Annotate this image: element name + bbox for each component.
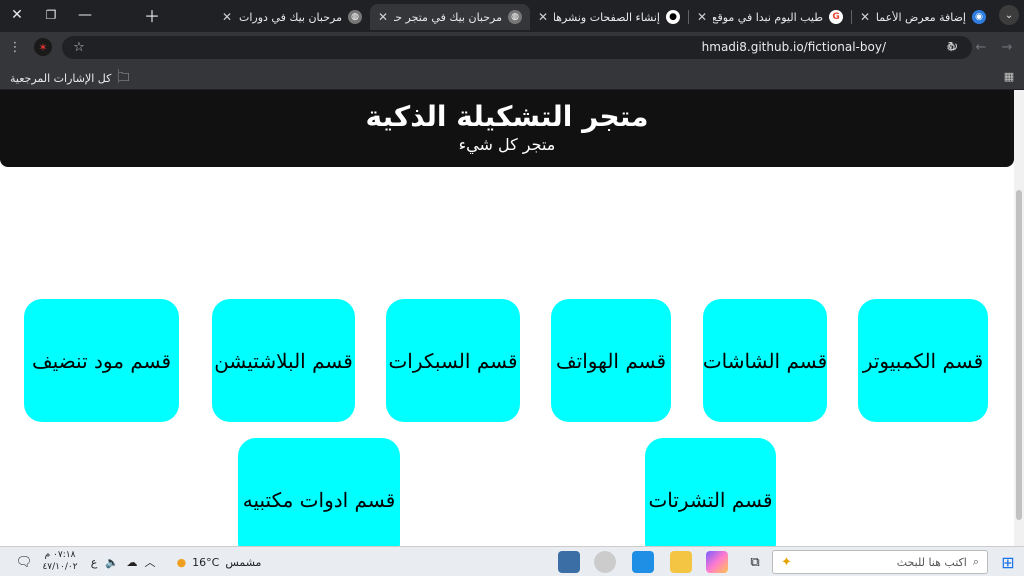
tab-courses[interactable]: ◍ مرحبان بيك في دورات تعليمية ✕	[214, 4, 370, 30]
section-card-computer[interactable]: قسم الكمبيوتر	[858, 299, 988, 422]
language-indicator[interactable]: ع	[86, 551, 102, 573]
section-card-speakers[interactable]: قسم السبكرات	[386, 299, 520, 422]
search-placeholder: اكتب هنا للبحث	[896, 555, 967, 569]
section-card-stationery[interactable]: قسم ادوات مكتبيه	[238, 438, 400, 546]
tab-title: مرحبان بيك في متجر حمدي	[394, 10, 502, 24]
tab-github-pages[interactable]: ● إنشاء الصفحات ونشرها · 0bb0 ✕	[530, 4, 688, 30]
task-view-icon[interactable]: ⧉	[744, 551, 766, 573]
chevron-up-icon[interactable]: ︿	[142, 551, 158, 573]
folder-icon: 🗀	[117, 70, 130, 84]
clock-date: ٤٧/١٠/٠٢	[42, 562, 78, 572]
all-bookmarks-button[interactable]: كل الإشارات المرجعية 🗀	[10, 68, 129, 89]
minimize-button[interactable]: —	[68, 0, 102, 30]
volume-icon[interactable]: 🔈	[104, 551, 120, 573]
profile-avatar[interactable]: ✶	[34, 38, 52, 56]
scrollbar-thumb[interactable]	[1016, 190, 1022, 520]
globe-icon: ◍	[348, 10, 362, 24]
close-icon[interactable]: ✕	[378, 10, 388, 24]
globe-icon: ◍	[508, 10, 522, 24]
tab-title: إنشاء الصفحات ونشرها · 0bb0	[554, 10, 660, 24]
reload-icon[interactable]: ↻	[944, 38, 962, 56]
tab-mostaql-portfolio[interactable]: ◉ إضافة معرض الأعمال | مستقل ✕	[852, 4, 994, 30]
section-card-phones[interactable]: قسم الهواتف	[551, 299, 671, 422]
site-header: متجر التشكيلة الذكية متجر كل شيء	[0, 90, 1014, 167]
all-bookmarks-label: كل الإشارات المرجعية	[10, 72, 112, 85]
tab-divider	[851, 10, 852, 24]
section-card-tshirts[interactable]: قسم التشرتات	[645, 438, 776, 546]
vscode-icon[interactable]	[632, 551, 654, 573]
copilot-app-icon[interactable]	[706, 551, 728, 573]
tab-hamdi-store[interactable]: ◍ مرحبان بيك في متجر حمدي ✕	[370, 4, 530, 30]
tab-bar: ⌄ ◉ إضافة معرض الأعمال | مستقل ✕ G طيب ا…	[0, 0, 1024, 32]
google-icon: G	[829, 10, 843, 24]
chrome-icon[interactable]	[594, 551, 616, 573]
address-bar[interactable]: ☆ hmadi8.github.io/fictional-boy/ ⚙	[62, 36, 972, 59]
close-icon[interactable]: ✕	[860, 10, 870, 24]
search-icon: ⌕	[972, 555, 979, 568]
new-tab-button[interactable]: ＋	[135, 0, 169, 30]
apps-grid-icon[interactable]: ▦	[1000, 67, 1018, 85]
avatar-icon: ✶	[38, 40, 48, 54]
star-icon[interactable]: ☆	[70, 38, 88, 56]
file-explorer-icon[interactable]	[670, 551, 692, 573]
browser-toolbar: ⋮ ✶ ☆ hmadi8.github.io/fictional-boy/ ⚙ …	[0, 32, 1024, 62]
site-title: متجر التشكيلة الذكية	[365, 100, 649, 133]
section-card-playstation[interactable]: قسم البلاشتيشن	[212, 299, 355, 422]
back-icon[interactable]: →	[998, 38, 1016, 56]
section-card-screens[interactable]: قسم الشاشات	[703, 299, 827, 422]
close-icon[interactable]: ✕	[222, 10, 232, 24]
mostaql-icon: ◉	[972, 10, 986, 24]
tab-search-button[interactable]: ⌄	[994, 0, 1024, 30]
close-icon[interactable]: ✕	[538, 10, 548, 24]
notification-icon[interactable]: 🗨	[14, 551, 34, 573]
taskbar-search[interactable]: ⌕ اكتب هنا للبحث ✦	[772, 550, 988, 574]
tab-divider	[688, 10, 689, 24]
page-viewport: متجر التشكيلة الذكية متجر كل شيء قسم الك…	[0, 90, 1024, 546]
windows-taskbar: ⊞ ⌕ اكتب هنا للبحث ✦ ⧉ مشمس 16°C ● ︿ ☁ 🔈…	[0, 546, 1024, 576]
copilot-sparkle-icon: ✦	[781, 554, 792, 570]
tab-google[interactable]: G طيب اليوم نبدا في موقع مستقل ✕	[689, 4, 851, 30]
windows-start-icon[interactable]: ⊞	[996, 551, 1020, 573]
github-icon: ●	[666, 10, 680, 24]
tab-title: إضافة معرض الأعمال | مستقل	[876, 10, 966, 24]
close-icon[interactable]: ✕	[697, 10, 707, 24]
chevron-down-icon: ⌄	[999, 5, 1019, 25]
restore-button[interactable]: ❐	[34, 0, 68, 30]
weather-temp: 16°C	[192, 555, 220, 569]
tab-title: طيب اليوم نبدا في موقع مستقل	[713, 10, 823, 24]
sun-icon: ●	[176, 555, 187, 569]
section-card-cleaning[interactable]: قسم مود تنضيف	[24, 299, 179, 422]
bookmark-divider	[118, 69, 119, 83]
bookmarks-bar: كل الإشارات المرجعية 🗀 ▦	[0, 62, 1024, 90]
tab-title: مرحبان بيك في دورات تعليمية	[238, 10, 342, 24]
clock[interactable]: ٠٧:١٨ م ٤٧/١٠/٠٢	[40, 549, 80, 573]
url-text: hmadi8.github.io/fictional-boy/	[701, 40, 886, 54]
close-window-button[interactable]: ✕	[0, 0, 34, 30]
cloud-icon[interactable]: ☁	[124, 551, 140, 573]
site-subtitle: متجر كل شيء	[458, 135, 556, 154]
forward-icon[interactable]: ←	[972, 38, 990, 56]
more-menu-icon[interactable]: ⋮	[6, 38, 24, 56]
weather-text: مشمس	[225, 555, 262, 569]
page-scrollbar[interactable]	[1014, 90, 1024, 546]
app-icon[interactable]	[558, 551, 580, 573]
weather-widget[interactable]: مشمس 16°C ●	[170, 551, 268, 573]
clock-time: ٠٧:١٨ م	[44, 550, 76, 560]
